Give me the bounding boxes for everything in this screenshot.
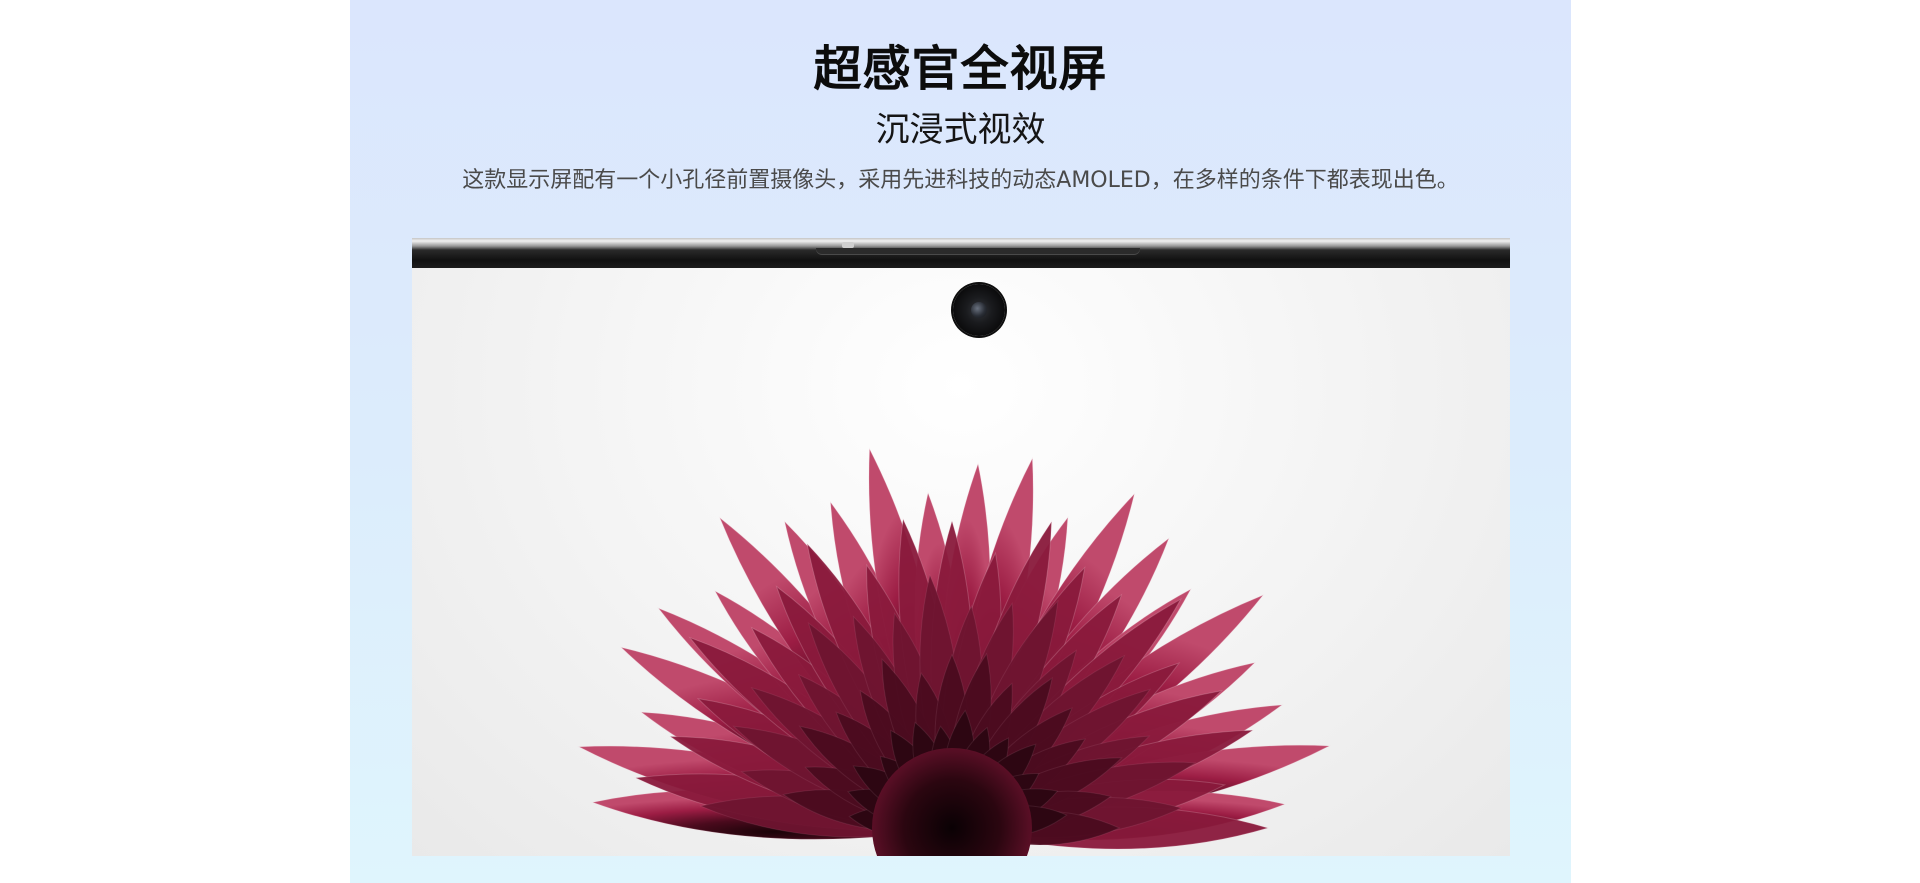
- flower-petals: [577, 447, 1332, 856]
- feature-description: 这款显示屏配有一个小孔径前置摄像头，采用先进科技的动态AMOLED，在多样的条件…: [462, 168, 1459, 193]
- flower-illustration: [577, 447, 1332, 856]
- feature-title: 超感官全视屏: [813, 41, 1108, 97]
- phone-top-bezel: [412, 238, 1510, 268]
- phone-screen: [412, 268, 1510, 856]
- earpiece-slot: [816, 248, 1140, 254]
- top-sensor: [842, 242, 854, 248]
- page: 超感官全视屏 沉浸式视效 这款显示屏配有一个小孔径前置摄像头，采用先进科技的动态…: [0, 0, 1920, 883]
- product-feature-panel: 超感官全视屏 沉浸式视效 这款显示屏配有一个小孔径前置摄像头，采用先进科技的动态…: [350, 0, 1571, 883]
- feature-subtitle: 沉浸式视效: [875, 110, 1046, 150]
- phone-display-image: [412, 238, 1510, 856]
